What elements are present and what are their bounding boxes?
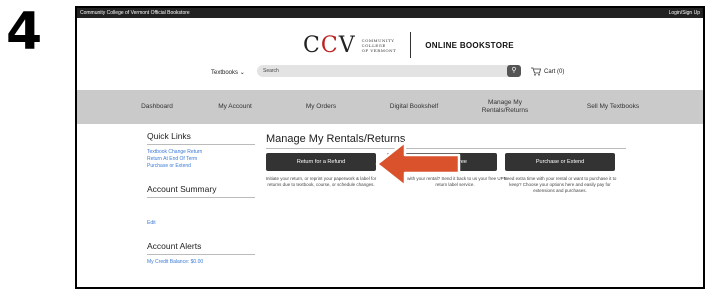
search-icon: ⚲: [511, 67, 517, 74]
nav-sell-textbooks[interactable]: Sell My Textbooks: [563, 103, 663, 111]
screenshot-frame: Community College of Vermont Official Bo…: [75, 6, 705, 289]
cart-link[interactable]: Cart (0): [531, 67, 564, 76]
refund-description: Initiate your return, or reprint your pa…: [265, 176, 377, 187]
nav-digital-bookshelf[interactable]: Digital Bookshelf: [369, 103, 459, 111]
link-purchase-or-extend[interactable]: Purchase or Extend: [147, 163, 255, 170]
store-name: ONLINE BOOKSTORE: [425, 40, 514, 50]
edit-link[interactable]: Edit: [147, 220, 255, 227]
pointer-arrow: [375, 140, 461, 188]
purchase-or-extend-button[interactable]: Purchase or Extend: [505, 153, 615, 171]
logo-divider: [410, 32, 412, 58]
nav-my-account[interactable]: My Account: [195, 103, 275, 111]
top-bar: Community College of Vermont Official Bo…: [77, 8, 703, 18]
return-for-refund-button[interactable]: Return for a Refund: [266, 153, 376, 171]
chevron-down-icon: ⌄: [239, 70, 245, 76]
nav-dashboard[interactable]: Dashboard: [117, 103, 197, 111]
college-name: COMMUNITY COLLEGE OF VERMONT: [361, 37, 397, 53]
account-summary-heading: Account Summary: [147, 184, 255, 198]
store-official-label: Community College of Vermont Official Bo…: [80, 10, 190, 16]
sidebar: Quick Links Textbook Change Return Retur…: [147, 131, 255, 266]
main-nav: Dashboard My Account My Orders Digital B…: [77, 90, 703, 124]
quick-links-heading: Quick Links: [147, 131, 255, 145]
cart-icon: [531, 67, 541, 76]
ccv-mark: CCV: [303, 32, 356, 58]
link-textbook-change-return[interactable]: Textbook Change Return: [147, 149, 255, 156]
credit-balance: My Credit Balance: $0.00: [147, 259, 204, 265]
purchase-extend-description: Need extra time with your rental or want…: [503, 176, 617, 193]
nav-manage-rentals[interactable]: Manage My Rentals/Returns: [465, 99, 545, 115]
link-return-end-of-term[interactable]: Return At End Of Term: [147, 156, 255, 163]
login-signup-link[interactable]: Login/Sign Up: [669, 8, 700, 18]
site-logo[interactable]: CCV COMMUNITY COLLEGE OF VERMONT ONLINE …: [303, 32, 514, 58]
step-number: 4: [6, 2, 43, 62]
nav-my-orders[interactable]: My Orders: [281, 103, 361, 111]
search-button[interactable]: ⚲: [507, 65, 521, 77]
search-input[interactable]: Search: [257, 65, 521, 77]
account-alerts-heading: Account Alerts: [147, 241, 255, 255]
textbooks-dropdown[interactable]: Textbooks ⌄: [211, 69, 245, 76]
